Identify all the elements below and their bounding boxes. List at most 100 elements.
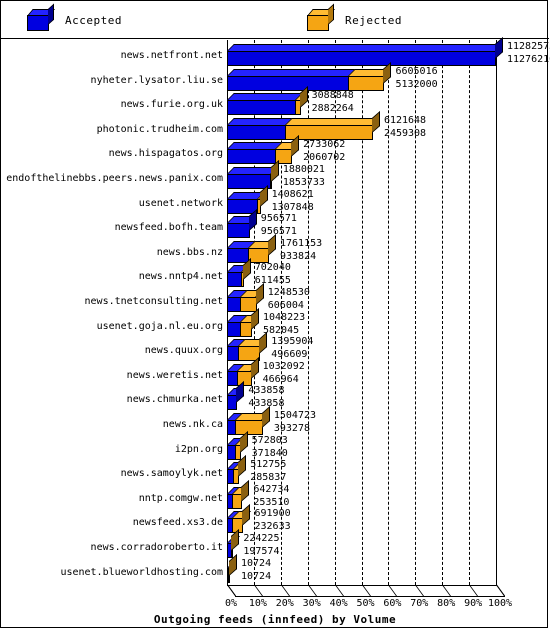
bar-value-total: 512755	[250, 459, 287, 471]
category-label: news.corradoroberto.it	[90, 542, 223, 553]
bar-value-total: 1880021	[282, 164, 325, 175]
bar-segment-accepted	[227, 75, 350, 91]
x-tick	[361, 585, 371, 596]
category-label: news.nntp4.net	[138, 271, 223, 283]
category-label: news.furie.org.uk	[120, 99, 223, 111]
category-label: news.bbs.nz	[156, 246, 223, 258]
x-tick-label: 20%	[275, 598, 294, 609]
bar-value-accepted: 11276210	[507, 54, 550, 65]
bar-value-total: 1248530	[267, 287, 310, 298]
x-tick-label: 70%	[410, 598, 429, 609]
bar-segment-accepted	[227, 124, 286, 140]
bar-value-accepted: 956571	[260, 226, 297, 238]
bar-top-accepted	[227, 93, 303, 101]
bar-segment-accepted	[227, 321, 241, 337]
category-label: usenet.network	[138, 197, 223, 209]
category-label: newsfeed.xs3.de	[132, 517, 223, 529]
cube-side	[328, 3, 334, 25]
bar-top-accepted	[227, 68, 357, 76]
bar-value-accepted: 371840	[251, 447, 288, 459]
bar-value-total: 1761153	[279, 237, 323, 249]
bar-top-rejected	[284, 117, 380, 125]
legend-item-rejected: Rejected	[307, 1, 402, 39]
bar-top-accepted	[227, 44, 503, 51]
bar-value-total: 642734	[253, 483, 290, 495]
bar-value-total: 2733062	[303, 139, 346, 151]
category-label: endofthelinebbs.peers.news.panix.com	[6, 173, 223, 184]
bar-value-total: 572803	[251, 434, 288, 446]
bar-value-total: 702040	[254, 262, 291, 274]
bar-value-accepted: 393278	[273, 423, 310, 434]
bar-value-total: 956571	[260, 213, 297, 225]
x-tick-label: 40%	[329, 598, 348, 609]
axis-depth-edge	[496, 584, 505, 596]
category-label: usenet.blueworldhosting.com	[60, 566, 223, 578]
bar-value-accepted: 2882264	[311, 103, 354, 115]
x-tick-label: 90%	[464, 598, 483, 609]
category-label: news.tnetconsulting.net	[84, 296, 223, 307]
bar-segment-rejected	[240, 297, 257, 312]
bar-segment-accepted	[227, 297, 242, 312]
x-tick-label: 30%	[302, 598, 321, 609]
bar-segment-rejected	[348, 75, 385, 91]
bar-segment-rejected	[248, 247, 269, 263]
legend-label: Rejected	[345, 13, 402, 27]
bar-row[interactable]: usenet.blueworldhosting.com 10724 10724	[1, 553, 549, 587]
bar-value-accepted: 582045	[262, 324, 300, 336]
x-tick-label: 80%	[437, 598, 456, 609]
legend-label: Accepted	[65, 13, 122, 27]
bar-value-accepted: 10724	[241, 570, 272, 582]
bar-value-total: 1048223	[262, 311, 306, 323]
bar-value-total: 433858	[248, 385, 285, 397]
bar-segment-accepted	[227, 247, 250, 263]
bar-value-total: 1408621	[271, 188, 314, 200]
category-label: news.weretis.net	[126, 369, 223, 381]
axis-depth-edge	[227, 584, 236, 596]
category-label: newsfeed.bofh.team	[114, 222, 223, 234]
bar-segment-accepted	[227, 100, 296, 116]
bar-value-total: 6605016	[395, 65, 438, 77]
bar-value-accepted: 232633	[254, 521, 291, 533]
bar-value-accepted: 466964	[262, 373, 299, 385]
legend-item-accepted: Accepted	[27, 1, 122, 39]
cube-front	[307, 15, 329, 31]
bar-value-total: 1395904	[271, 336, 314, 348]
x-tick	[307, 585, 317, 596]
bar-segment-accepted	[227, 223, 250, 239]
x-tick	[334, 585, 344, 596]
x-tick	[280, 585, 290, 596]
bar-top-accepted	[227, 117, 293, 125]
bar-segment-accepted	[227, 272, 242, 288]
bar-value-total: 1504723	[273, 410, 317, 421]
cube-icon	[27, 3, 55, 31]
axis-baseline-back	[235, 596, 505, 597]
category-label: news.netfront.net	[120, 50, 223, 61]
chart-frame: Accepted Rejected news.netfront.net 112825…	[0, 0, 550, 628]
x-tick	[415, 585, 425, 596]
bar-value-accepted: 285837	[250, 472, 287, 484]
x-tick	[469, 585, 479, 596]
x-tick-label: 50%	[356, 598, 375, 609]
cube-front	[27, 15, 49, 31]
bar-value-accepted: 1307848	[271, 201, 314, 213]
bar-value-total: 6121648	[383, 114, 427, 126]
category-label: news.hispagatos.org	[108, 148, 223, 160]
bar-value-accepted: 253510	[253, 496, 290, 508]
category-label: usenet.goja.nl.eu.org	[96, 320, 223, 332]
bar-value-accepted: 496609	[271, 349, 308, 361]
category-label: news.chmurka.net	[126, 394, 223, 406]
x-axis: Outgoing feeds (innfeed) by Volume 0% 10%…	[1, 584, 549, 628]
x-tick	[253, 585, 263, 596]
bar-rows: news.netfront.net 11282575 11276210 nyheter…	[1, 37, 550, 587]
cube-icon	[307, 3, 335, 31]
category-label: news.samoylyk.net	[120, 468, 223, 480]
x-tick	[442, 585, 452, 596]
chart-legend: Accepted Rejected	[1, 1, 549, 39]
bar-value-total: 691900	[254, 508, 291, 520]
x-tick-label: 60%	[383, 598, 402, 609]
bar-value-total: 10724	[241, 557, 272, 569]
category-label: nntp.comgw.net	[138, 492, 223, 504]
plot-area: news.netfront.net 11282575 11276210 nyheter…	[1, 37, 550, 628]
bar-value-total: 3088848	[311, 90, 354, 102]
bar-value-accepted: 933824	[279, 250, 317, 262]
